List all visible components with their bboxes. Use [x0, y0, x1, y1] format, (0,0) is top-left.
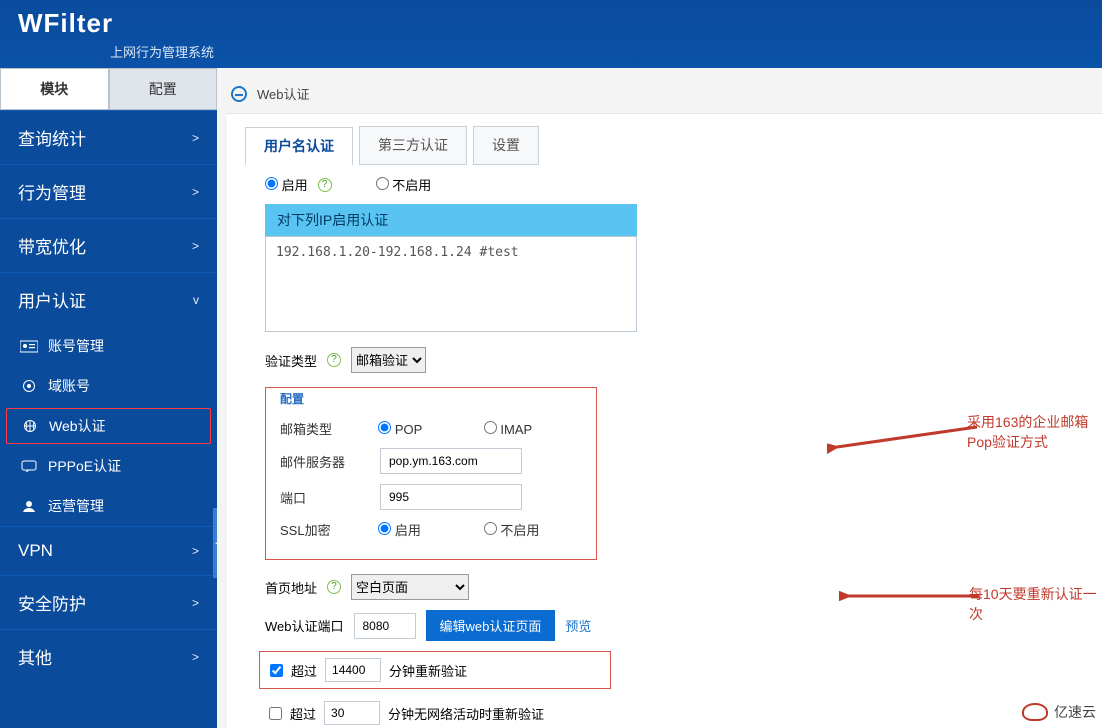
chevron-right-icon: > — [192, 185, 199, 199]
sidebar-item-label: 域账号 — [48, 376, 90, 396]
chevron-right-icon: > — [192, 131, 199, 145]
chevron-right-icon: > — [192, 544, 199, 558]
auth-type-row: 验证类型 ? 邮箱验证 — [265, 347, 1064, 373]
port-label: 端口 — [280, 488, 380, 507]
user-icon — [20, 499, 38, 513]
sidebar-item-webauth[interactable]: Web认证 — [6, 408, 211, 444]
sidebar-item-ops[interactable]: 运营管理 — [0, 486, 217, 526]
chevron-right-icon: > — [192, 239, 199, 253]
annotation-2: 每10天要重新认证一次 — [969, 584, 1102, 624]
sidebar: 模块 配置 查询统计> 行为管理> 带宽优化> 用户认证v 账号管理 域账号 W… — [0, 68, 217, 728]
nav-userauth[interactable]: 用户认证v — [0, 273, 217, 326]
chevron-right-icon: > — [192, 650, 199, 664]
breadcrumb-text: Web认证 — [257, 84, 310, 103]
port-input[interactable] — [380, 484, 522, 510]
nav-bandwidth[interactable]: 带宽优化> — [0, 219, 217, 272]
help-icon[interactable]: ? — [318, 178, 332, 192]
idle-prefix: 超过 — [290, 704, 316, 723]
sidebar-item-label: 账号管理 — [48, 336, 104, 356]
chevron-down-icon: v — [193, 293, 199, 307]
sidebar-item-label: 运营管理 — [48, 496, 104, 516]
server-label: 邮件服务器 — [280, 452, 380, 471]
reauth-checkbox[interactable] — [270, 664, 283, 677]
preview-link[interactable]: 预览 — [565, 616, 591, 635]
nav-behavior[interactable]: 行为管理> — [0, 165, 217, 218]
reauth-suffix: 分钟重新验证 — [389, 661, 467, 680]
target-icon — [20, 379, 38, 393]
idle-suffix: 分钟无网络活动时重新验证 — [388, 704, 544, 723]
webport-row: Web认证端口 编辑web认证页面 预览 — [265, 610, 1064, 641]
reauth-prefix: 超过 — [291, 661, 317, 680]
radio-imap[interactable]: IMAP — [484, 421, 582, 437]
ip-section-header: 对下列IP启用认证 — [265, 204, 637, 236]
watermark-text: 亿速云 — [1054, 702, 1096, 722]
mailtype-label: 邮箱类型 — [280, 419, 378, 438]
help-icon[interactable]: ? — [327, 353, 341, 367]
id-card-icon — [20, 339, 38, 353]
globe-icon — [231, 86, 247, 102]
brand-name: WFilter — [18, 8, 1084, 39]
main: Web认证 用户名认证 第三方认证 设置 启用 ? 不启用 对下列IP启用认证 … — [217, 68, 1102, 728]
globe-icon — [21, 419, 39, 433]
brand-subtitle: 上网行为管理系统 — [110, 42, 214, 61]
arrow-annotation-2 — [839, 584, 989, 608]
radio-ssl-off[interactable]: 不启用 — [484, 520, 582, 539]
radio-pop[interactable]: POP — [378, 421, 476, 437]
nav-other[interactable]: 其他> — [0, 630, 217, 683]
watermark: 亿速云 — [1022, 702, 1096, 722]
config-title: 配置 — [280, 390, 582, 407]
tab-thirdparty-auth[interactable]: 第三方认证 — [359, 126, 467, 165]
edit-page-button[interactable]: 编辑web认证页面 — [426, 610, 556, 641]
sidebar-item-pppoe[interactable]: PPPoE认证 — [0, 446, 217, 486]
webport-input[interactable] — [354, 613, 416, 639]
reauth-box: 超过 分钟重新验证 — [259, 651, 611, 689]
radio-enable[interactable]: 启用 — [265, 175, 308, 194]
idle-reauth-row: 超过 分钟无网络活动时重新验证 — [269, 695, 1084, 725]
homepage-label: 首页地址 — [265, 578, 317, 597]
tab-settings[interactable]: 设置 — [473, 126, 539, 165]
enable-row: 启用 ? 不启用 — [265, 175, 1064, 194]
ip-range-textarea[interactable] — [265, 236, 637, 332]
mail-config-box: 配置 邮箱类型 POP IMAP 邮件服务器 端口 SSL加密 启用 不启用 — [265, 387, 597, 560]
radio-ssl-on[interactable]: 启用 — [378, 520, 476, 539]
breadcrumb: Web认证 — [227, 76, 1102, 113]
sidebar-item-domain[interactable]: 域账号 — [0, 366, 217, 406]
sidebar-item-label: Web认证 — [49, 416, 106, 436]
chevron-right-icon: > — [192, 596, 199, 610]
nav-security[interactable]: 安全防护> — [0, 576, 217, 629]
sidebar-tab-modules[interactable]: 模块 — [0, 68, 109, 110]
app-header: WFilter 上网行为管理系统 — [0, 0, 1102, 68]
sidebar-item-account[interactable]: 账号管理 — [0, 326, 217, 366]
reauth-minutes-input[interactable] — [325, 658, 381, 682]
sidebar-item-label: PPPoE认证 — [48, 456, 121, 476]
chat-icon — [20, 459, 38, 473]
annotation-1: 采用163的企业邮箱Pop验证方式 — [967, 412, 1102, 452]
ssl-label: SSL加密 — [280, 520, 378, 539]
watermark-icon — [1022, 703, 1048, 721]
nav-query[interactable]: 查询统计> — [0, 111, 217, 164]
mail-server-input[interactable] — [380, 448, 522, 474]
idle-reauth-checkbox[interactable] — [269, 707, 282, 720]
tab-username-auth[interactable]: 用户名认证 — [245, 127, 353, 166]
auth-type-select[interactable]: 邮箱验证 — [351, 347, 426, 373]
homepage-select[interactable]: 空白页面 — [351, 574, 469, 600]
content-panel: 用户名认证 第三方认证 设置 启用 ? 不启用 对下列IP启用认证 验证类型 ?… — [227, 113, 1102, 728]
nav-vpn[interactable]: VPN> — [0, 527, 217, 575]
sidebar-tab-config[interactable]: 配置 — [109, 68, 218, 110]
webport-label: Web认证端口 — [265, 616, 344, 635]
idle-minutes-input[interactable] — [324, 701, 380, 725]
arrow-annotation-1 — [827, 419, 987, 459]
help-icon[interactable]: ? — [327, 580, 341, 594]
radio-disable[interactable]: 不启用 — [376, 175, 432, 194]
auth-type-label: 验证类型 — [265, 351, 317, 370]
